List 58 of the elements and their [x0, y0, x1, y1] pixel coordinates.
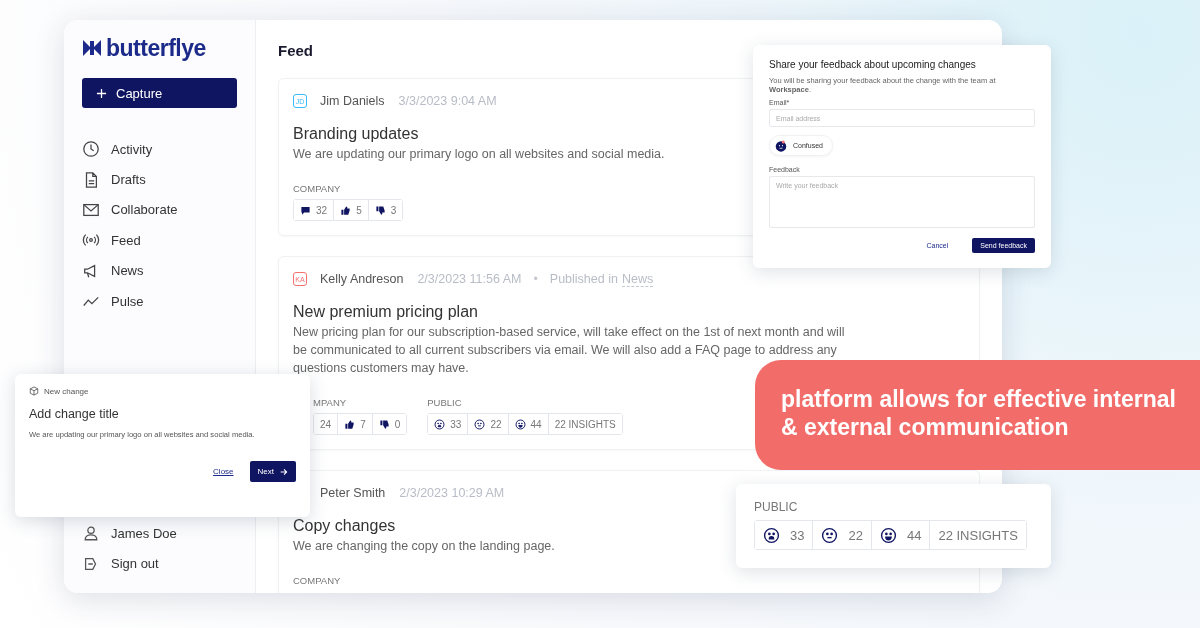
happy-face-icon	[514, 418, 526, 430]
audience-label: COMPANY	[293, 575, 341, 586]
logo-text: butterflye	[106, 34, 206, 62]
next-button[interactable]: Next	[249, 461, 296, 482]
post-time: 3/3/2023 9:04 AM	[398, 94, 497, 108]
author-name: Kelly Andreson	[320, 272, 404, 286]
confused-face-icon	[474, 418, 486, 430]
cube-icon	[29, 386, 39, 396]
post-body: We are changing the copy on the landing page.	[293, 538, 555, 555]
dialog-title: Share your feedback about upcoming changes	[769, 59, 977, 70]
banner-text: platform allows for effective internal & external communication	[781, 385, 1177, 441]
close-link[interactable]: Close	[213, 467, 234, 476]
comment-icon	[300, 204, 311, 216]
separator-dot: •	[533, 272, 538, 286]
thumbs-up-icon	[340, 204, 352, 216]
post-title: Copy changes	[293, 517, 396, 535]
audience-label: COMPANY	[293, 183, 342, 194]
post-title: Branding updates	[293, 125, 419, 143]
nav-item[interactable]: Drafts	[82, 164, 237, 195]
thumbs-up-icon	[344, 418, 356, 430]
user-profile-link[interactable]: James Doe	[82, 518, 237, 549]
nav-item[interactable]: Feed	[82, 225, 237, 256]
confused-face-icon	[821, 526, 839, 544]
sign-out-link[interactable]: Sign out	[82, 548, 237, 579]
card-tag: New change	[44, 386, 89, 396]
post-body: New pricing plan for our subscription-based service, will take effect on the 1st of next month and will be communicated to all current subscribers via email. We will also add a FAQ page to address any questions customers may have.	[293, 324, 846, 377]
post-time: 2/3/2023 11:56 AM	[417, 272, 522, 286]
card-title: Add change title	[29, 407, 120, 421]
happy-face-icon	[879, 526, 897, 544]
nav-item[interactable]: Pulse	[82, 285, 237, 317]
confused-face-icon	[775, 139, 787, 152]
reaction-button[interactable]: 33	[428, 414, 469, 434]
reaction-button[interactable]: 24	[314, 414, 339, 434]
capture-button[interactable]: Capture	[82, 78, 237, 108]
author-name: Jim Daniels	[320, 94, 385, 108]
author-name: Peter Smith	[320, 486, 386, 500]
published-label: Published in	[549, 272, 618, 286]
plus-icon	[96, 87, 107, 99]
audience-label: MPANY	[313, 397, 348, 408]
post-time: 2/3/2023 10:29 AM	[399, 486, 505, 500]
thumbs-down-icon	[374, 204, 386, 216]
user-icon	[82, 524, 100, 543]
audience-label: PUBLIC	[427, 397, 463, 408]
nav-item[interactable]: Collaborate	[82, 194, 237, 226]
reaction-button[interactable]: 33	[755, 521, 814, 549]
butterfly-logo-icon	[82, 38, 102, 58]
clock-icon	[82, 140, 100, 159]
sad-face-icon	[763, 526, 780, 544]
page-title: Feed	[278, 41, 314, 61]
post-body: We are updating our primary logo on all websites and social media.	[293, 146, 665, 163]
sad-face-icon	[434, 418, 446, 430]
post-title: New premium pricing plan	[293, 303, 478, 321]
reaction-button[interactable]: 32	[294, 200, 335, 220]
thumbs-down-icon	[378, 418, 390, 430]
audience-label: PUBLIC	[754, 500, 799, 514]
arrow-right-icon	[280, 467, 288, 476]
nav-item[interactable]: Activity	[82, 134, 237, 165]
nav-item[interactable]: News	[82, 255, 237, 286]
